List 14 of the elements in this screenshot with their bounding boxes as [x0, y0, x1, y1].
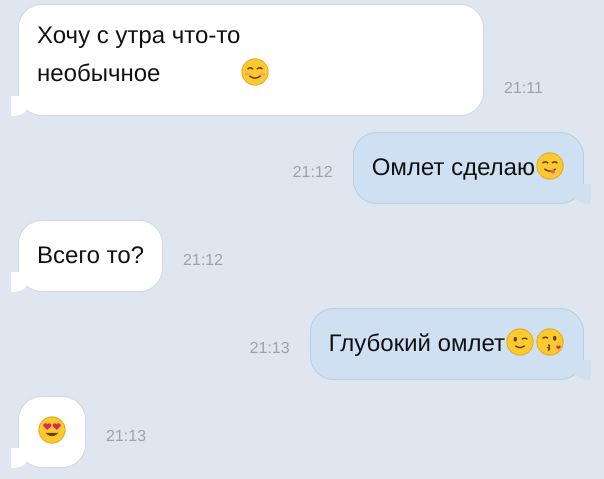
winking-emoji-icon [505, 327, 535, 357]
heart-eyes-emoji-icon [37, 415, 67, 445]
message-text: Хочу с утра что-то необычное [37, 21, 240, 89]
message-text: Всего то? [37, 241, 144, 271]
message-time: 21:11 [504, 80, 543, 98]
smiling-emoji-icon [240, 57, 270, 87]
message-text: Глубокий омлет [328, 329, 505, 359]
message-time: 21:12 [183, 252, 224, 270]
message-time: 21:13 [250, 340, 290, 358]
message-time: 21:13 [106, 428, 146, 446]
message-text: Омлет сделаю [372, 153, 535, 183]
tongue-emoji-icon [535, 151, 565, 181]
message-time: 21:12 [292, 164, 333, 182]
kissing-emoji-icon [535, 327, 565, 357]
